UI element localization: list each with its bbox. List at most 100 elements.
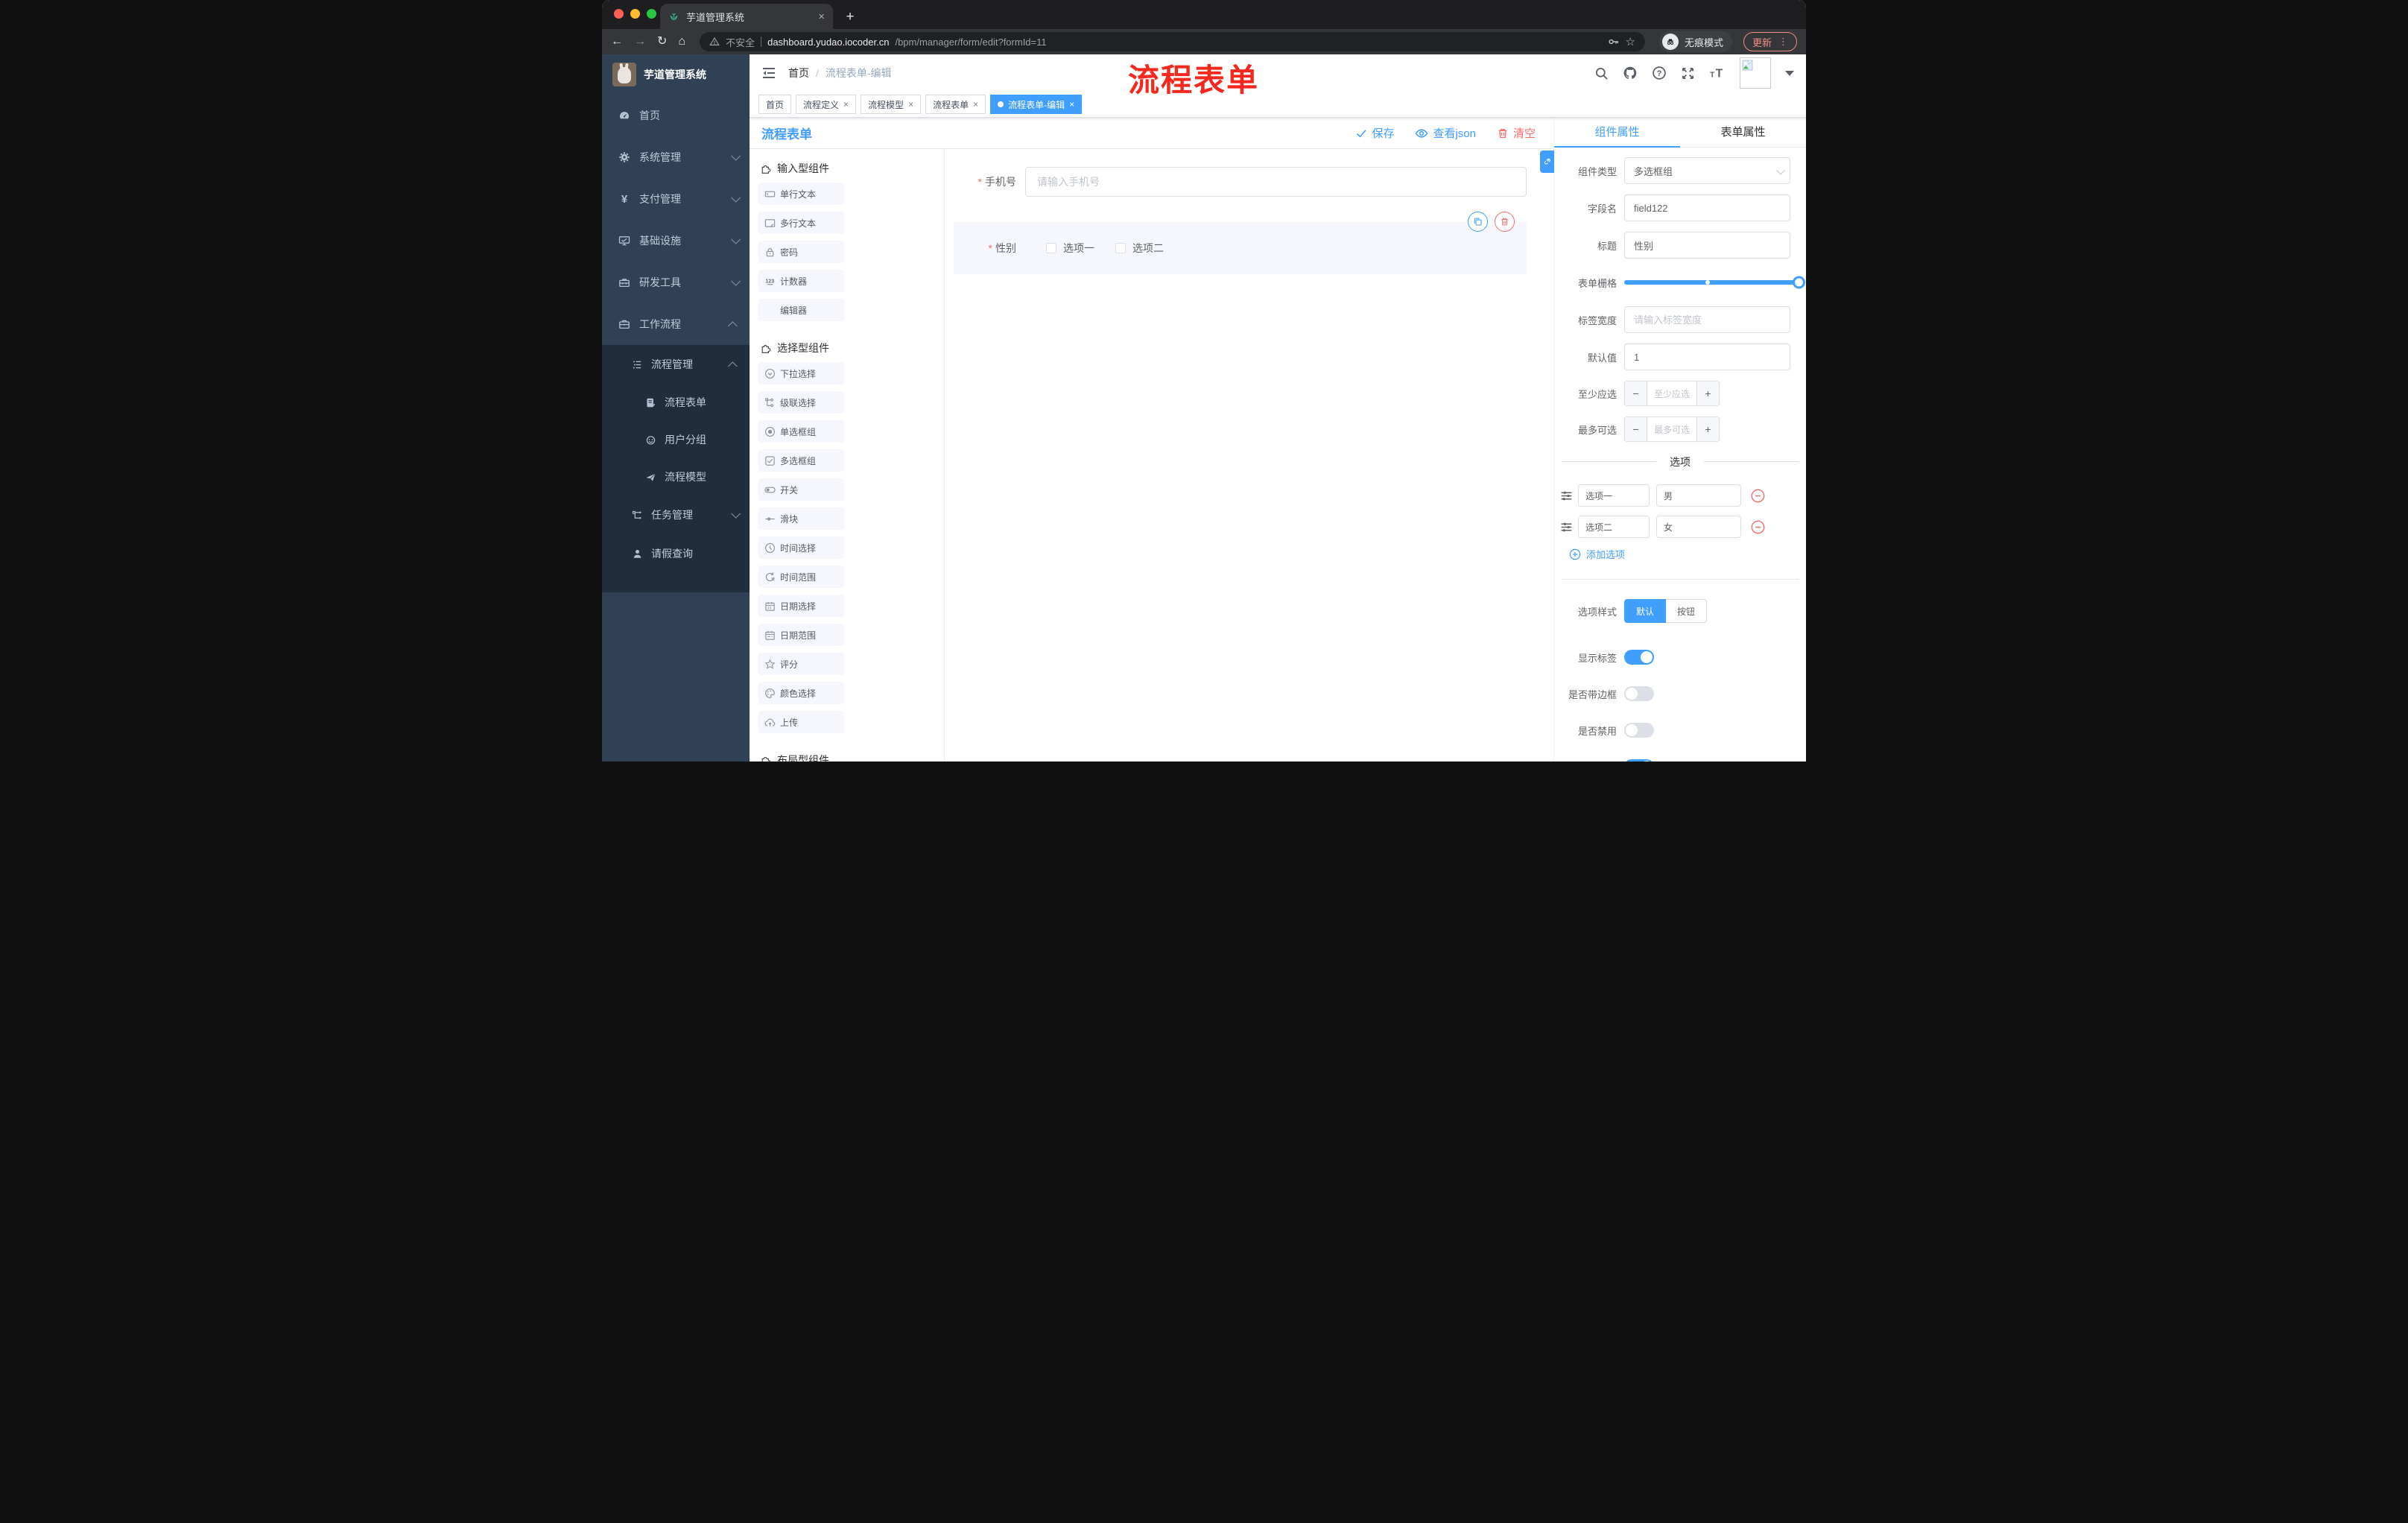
sidebar-item-home[interactable]: 首页 (602, 95, 750, 136)
palette-item-counter[interactable]: 123 计数器 (758, 270, 844, 292)
tag-process-form-edit[interactable]: 流程表单-编辑 × (990, 95, 1083, 114)
sidebar-item-process-model[interactable]: 流程模型 (602, 458, 750, 495)
palette-item-rate[interactable]: 评分 (758, 653, 844, 675)
password-key-icon[interactable] (1608, 36, 1620, 48)
show-label-toggle[interactable] (1624, 650, 1654, 665)
minus-icon[interactable]: − (1625, 417, 1647, 441)
style-default-button[interactable]: 默认 (1624, 599, 1667, 623)
sidebar-item-infra[interactable]: 基础设施 (602, 220, 750, 262)
option-value-input[interactable] (1656, 484, 1741, 507)
forward-icon[interactable]: → (634, 36, 646, 48)
palette-item-upload[interactable]: 上传 (758, 711, 844, 733)
option-label-input[interactable] (1578, 516, 1650, 538)
sidebar-item-user-group[interactable]: 用户分组 (602, 421, 750, 458)
tag-process-form[interactable]: 流程表单 × (925, 95, 986, 114)
canvas-field-gender-selected[interactable]: 性别 选项一 选项二 (954, 212, 1527, 274)
tag-process-model[interactable]: 流程模型 × (861, 95, 922, 114)
font-size-icon[interactable]: TT (1709, 66, 1726, 80)
palette-item-slider[interactable]: 滑块 (758, 507, 844, 530)
form-grid-slider[interactable] (1624, 269, 1805, 296)
slider-track[interactable] (1624, 276, 1805, 289)
drag-handle-icon[interactable] (1560, 521, 1573, 533)
reload-icon[interactable]: ↻ (657, 36, 667, 48)
add-option-button[interactable]: 添加选项 (1569, 547, 1806, 561)
tag-close-icon[interactable]: × (908, 99, 913, 110)
update-chip[interactable]: 更新 ⋮ (1743, 32, 1797, 51)
new-tab-button[interactable]: + (840, 7, 860, 26)
plus-icon[interactable]: + (1696, 417, 1719, 441)
palette-item-select[interactable]: 下拉选择 (758, 362, 844, 384)
tag-home[interactable]: 首页 (758, 95, 792, 114)
palette-item-password[interactable]: 密码 (758, 241, 844, 263)
min-select-value[interactable]: 至少应选 (1647, 381, 1696, 405)
sidebar-item-devtools[interactable]: 研发工具 (602, 262, 750, 303)
sidebar-item-leave-query[interactable]: 请假查询 (602, 534, 750, 573)
home-icon[interactable]: ⌂ (678, 36, 685, 48)
sidebar-item-workflow[interactable]: 工作流程 (602, 303, 750, 345)
palette-item-radio-group[interactable]: 单选框组 (758, 420, 844, 443)
style-button-button[interactable]: 按钮 (1666, 599, 1708, 623)
required-toggle[interactable] (1624, 759, 1654, 762)
update-label[interactable]: 更新 (1752, 35, 1772, 49)
remove-option-button[interactable] (1751, 520, 1765, 534)
sidebar-item-system[interactable]: 系统管理 (602, 136, 750, 178)
maximize-window-button[interactable] (647, 9, 656, 19)
default-value-input[interactable] (1624, 343, 1790, 370)
sidebar-item-process-form[interactable]: 流程表单 (602, 384, 750, 421)
tab-close-icon[interactable]: × (818, 10, 825, 23)
canvas-field-phone[interactable]: 手机号 (954, 167, 1527, 197)
title-input[interactable] (1624, 232, 1790, 259)
github-icon[interactable] (1623, 66, 1638, 80)
form-canvas[interactable]: 手机号 (945, 149, 1553, 762)
browser-menu-dots-icon[interactable]: ⋮ (1778, 36, 1788, 48)
bookmark-star-icon[interactable]: ☆ (1626, 35, 1635, 48)
address-bar[interactable]: 不安全 dashboard.yudao.iocoder.cn/bpm/manag… (700, 32, 1645, 51)
component-type-select[interactable]: 多选框组 (1624, 157, 1790, 184)
palette-item-date-range[interactable]: 日期范围 (758, 624, 844, 646)
avatar[interactable] (1740, 57, 1771, 89)
label-width-input[interactable] (1624, 306, 1790, 333)
avatar-caret-icon[interactable] (1785, 70, 1794, 76)
question-icon[interactable]: ? (1652, 66, 1667, 80)
palette-item-cascade[interactable]: 级联选择 (758, 391, 844, 414)
phone-input[interactable] (1025, 167, 1527, 197)
palette-item-time-picker[interactable]: 时间选择 (758, 536, 844, 559)
close-window-button[interactable] (614, 9, 624, 19)
remove-option-button[interactable] (1751, 489, 1765, 503)
disabled-toggle[interactable] (1624, 723, 1654, 738)
max-select-value[interactable]: 最多可选 (1647, 417, 1696, 441)
field-name-input[interactable] (1624, 194, 1790, 221)
sidebar-item-payment[interactable]: ¥ 支付管理 (602, 178, 750, 220)
tag-close-icon[interactable]: × (973, 99, 978, 110)
hamburger-collapse-icon[interactable] (761, 66, 776, 80)
browser-tab[interactable]: 芋道管理系统 × (660, 4, 833, 29)
palette-item-color-picker[interactable]: 颜色选择 (758, 682, 844, 704)
border-toggle[interactable] (1624, 686, 1654, 701)
sidebar-item-task-mgmt[interactable]: 任务管理 (602, 495, 750, 534)
tag-process-definition[interactable]: 流程定义 × (796, 95, 857, 114)
fullscreen-icon[interactable] (1681, 66, 1695, 80)
option-value-input[interactable] (1656, 516, 1741, 538)
view-json-button[interactable]: 查看json (1415, 125, 1476, 141)
option-label-input[interactable] (1578, 484, 1650, 507)
palette-item-date-picker[interactable]: 日期选择 (758, 595, 844, 617)
palette-item-single-text[interactable]: 单行文本 (758, 183, 844, 205)
palette-item-editor[interactable]: 编辑器 (758, 299, 844, 321)
slider-handle[interactable] (1793, 276, 1805, 289)
sidebar-item-process-mgmt[interactable]: 流程管理 (602, 345, 750, 384)
save-button[interactable]: 保存 (1355, 125, 1394, 141)
delete-component-button[interactable] (1495, 212, 1515, 232)
minus-icon[interactable]: − (1625, 381, 1647, 405)
back-icon[interactable]: ← (611, 36, 623, 48)
minimize-window-button[interactable] (630, 9, 640, 19)
palette-item-multi-text[interactable]: 多行文本 (758, 212, 844, 234)
palette-item-checkbox-group[interactable]: 多选框组 (758, 449, 844, 472)
not-secure-label[interactable]: 不安全 (726, 35, 755, 49)
palette-item-switch[interactable]: 开关 (758, 478, 844, 501)
duplicate-component-button[interactable] (1468, 212, 1488, 232)
drawer-link-tab[interactable] (1540, 151, 1554, 173)
tab-component-props[interactable]: 组件属性 (1554, 118, 1680, 148)
gender-option-2[interactable]: 选项二 (1115, 241, 1164, 256)
palette-item-time-range[interactable]: 时间范围 (758, 566, 844, 588)
breadcrumb-home[interactable]: 首页 (788, 66, 809, 80)
